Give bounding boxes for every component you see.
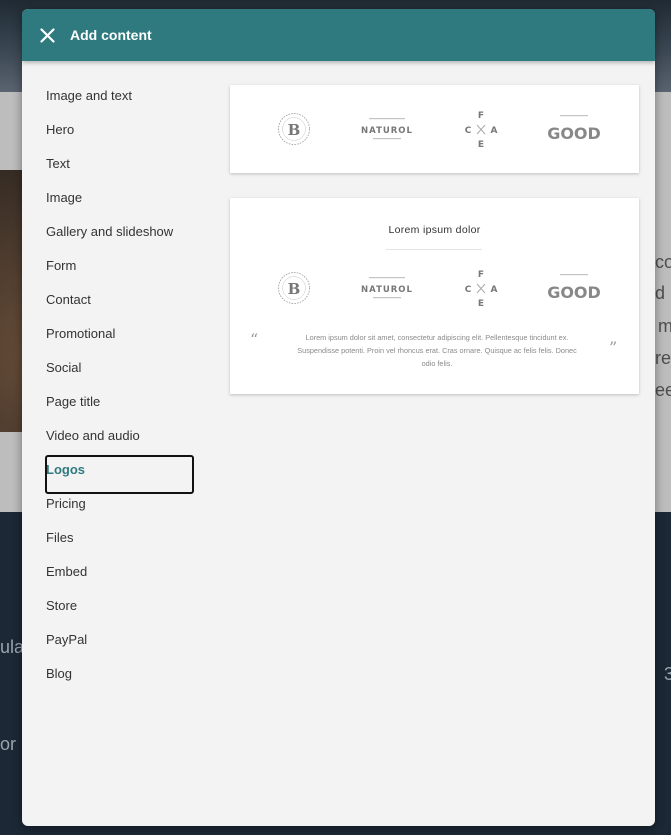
naturol-text: NATUROL xyxy=(361,126,413,136)
background-text: d xyxy=(655,283,666,303)
menu-item-form[interactable]: Form xyxy=(22,251,212,285)
testimonial-text: Lorem ipsum dolor sit amet, consectetur … xyxy=(297,333,577,368)
cafe-logo: F C A E xyxy=(465,270,498,308)
menu-item-page-title[interactable]: Page title xyxy=(22,387,212,421)
good-text: GOOD xyxy=(547,283,601,302)
card-heading: Lorem ipsum dolor xyxy=(388,224,481,236)
dialog-header: Add content xyxy=(22,9,655,61)
naturol-logo: NATUROL xyxy=(361,118,413,140)
menu-item-pricing[interactable]: Pricing xyxy=(22,489,212,523)
add-content-dialog: Add content Image and text Hero Text Ima… xyxy=(22,9,655,826)
close-quote-icon: ” xyxy=(609,338,618,357)
good-logo: GOOD xyxy=(547,115,601,143)
background-text: ee xyxy=(655,380,671,400)
svg-text:C: C xyxy=(465,285,472,295)
b-monogram-text: B xyxy=(288,121,301,139)
divider xyxy=(386,249,482,250)
menu-item-promotional[interactable]: Promotional xyxy=(22,319,212,353)
logo-row: B NATUROL F C A E GOOD xyxy=(230,109,639,149)
svg-text:A: A xyxy=(491,285,498,295)
svg-text:C: C xyxy=(465,126,472,136)
logos-layout-card[interactable]: B NATUROL F C A E GOOD xyxy=(230,85,639,173)
menu-item-contact[interactable]: Contact xyxy=(22,285,212,319)
menu-item-hero[interactable]: Hero xyxy=(22,115,212,149)
svg-text:F: F xyxy=(478,270,484,280)
svg-text:A: A xyxy=(491,126,498,136)
background-text: or xyxy=(0,734,17,754)
background-text: m xyxy=(658,316,671,336)
menu-item-image[interactable]: Image xyxy=(22,183,212,217)
menu-item-files[interactable]: Files xyxy=(22,523,212,557)
logo-row: B NATUROL F C A E GOOD xyxy=(230,268,639,308)
content-category-list: Image and text Hero Text Image Gallery a… xyxy=(22,81,212,693)
good-text: GOOD xyxy=(547,124,601,143)
svg-text:E: E xyxy=(478,299,484,308)
dialog-title: Add content xyxy=(70,27,152,43)
menu-item-blog[interactable]: Blog xyxy=(22,659,212,693)
menu-item-paypal[interactable]: PayPal xyxy=(22,625,212,659)
b-monogram-text: B xyxy=(288,280,301,298)
menu-item-video-and-audio[interactable]: Video and audio xyxy=(22,421,212,455)
open-quote-icon: “ xyxy=(250,330,259,349)
logos-with-testimonial-card[interactable]: Lorem ipsum dolor B NATUROL F C A E GOOD… xyxy=(230,198,639,394)
menu-item-social[interactable]: Social xyxy=(22,353,212,387)
cafe-logo: F C A E xyxy=(465,111,498,149)
background-text: co xyxy=(655,252,671,272)
menu-item-gallery-and-slideshow[interactable]: Gallery and slideshow xyxy=(22,217,212,251)
naturol-logo: NATUROL xyxy=(361,277,413,299)
svg-text:E: E xyxy=(478,140,484,149)
menu-item-embed[interactable]: Embed xyxy=(22,557,212,591)
menu-item-text[interactable]: Text xyxy=(22,149,212,183)
background-text: ula xyxy=(0,637,25,657)
background-text: 3 xyxy=(664,664,671,684)
menu-item-image-and-text[interactable]: Image and text xyxy=(22,81,212,115)
menu-item-logos[interactable]: Logos xyxy=(22,455,212,494)
menu-item-store[interactable]: Store xyxy=(22,591,212,625)
svg-text:F: F xyxy=(478,111,484,121)
b-monogram-logo: B xyxy=(278,272,310,304)
background-text: rec xyxy=(655,348,671,368)
close-button[interactable] xyxy=(38,26,56,44)
close-icon xyxy=(39,27,55,43)
good-logo: GOOD xyxy=(547,274,601,302)
b-monogram-logo: B xyxy=(278,113,310,145)
naturol-text: NATUROL xyxy=(361,285,413,295)
